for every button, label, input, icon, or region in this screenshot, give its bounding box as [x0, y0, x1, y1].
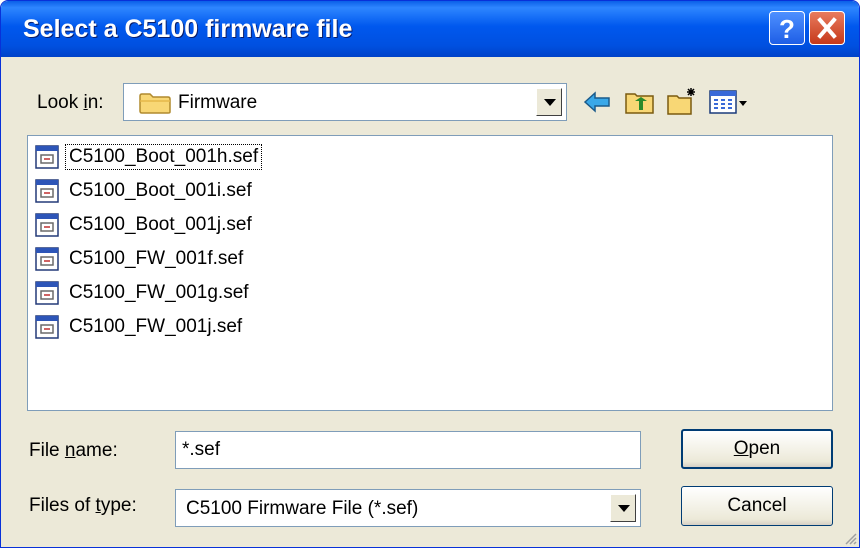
file-name-label: File name:: [29, 440, 118, 461]
file-list[interactable]: C5100_Boot_001h.sef C5100_Boot_001i.sef …: [27, 135, 833, 411]
file-type-dropdown[interactable]: C5100 Firmware File (*.sef): [175, 489, 641, 527]
sef-file-icon: [35, 179, 59, 203]
file-item[interactable]: C5100_FW_001j.sef: [34, 312, 245, 342]
file-dialog: Select a C5100 firmware file ? Look in: …: [0, 0, 860, 548]
file-type-value: C5100 Firmware File (*.sef): [186, 498, 419, 519]
file-item[interactable]: C5100_FW_001g.sef: [34, 278, 252, 308]
file-type-dropdown-arrow[interactable]: [610, 494, 636, 522]
new-folder-icon[interactable]: [665, 85, 699, 119]
cancel-button[interactable]: Cancel: [681, 486, 833, 526]
close-icon: [817, 17, 837, 39]
close-button[interactable]: [809, 11, 845, 45]
sef-file-icon: [35, 145, 59, 169]
sef-file-icon: [35, 315, 59, 339]
file-name: C5100_FW_001g.sef: [69, 282, 249, 303]
title-bar[interactable]: Select a C5100 firmware file ?: [1, 1, 859, 57]
file-item[interactable]: C5100_Boot_001i.sef: [34, 176, 255, 206]
svg-text:?: ?: [779, 14, 795, 44]
window-title: Select a C5100 firmware file: [23, 15, 353, 43]
sef-file-icon: [35, 247, 59, 271]
file-name: C5100_FW_001f.sef: [69, 248, 244, 269]
file-item[interactable]: C5100_Boot_001h.sef: [34, 142, 263, 172]
look-in-label: Look in:: [37, 92, 104, 113]
file-name: C5100_Boot_001j.sef: [69, 214, 252, 235]
file-name: C5100_FW_001j.sef: [69, 316, 243, 337]
file-name: C5100_Boot_001h.sef: [64, 144, 263, 170]
file-item[interactable]: C5100_FW_001f.sef: [34, 244, 246, 274]
view-menu-icon[interactable]: [707, 85, 749, 119]
look-in-dropdown[interactable]: Firmware: [123, 83, 567, 121]
folder-icon: [139, 93, 171, 114]
file-name-input[interactable]: [175, 431, 641, 469]
question-mark-icon: ?: [779, 14, 795, 44]
resize-grip-icon[interactable]: [843, 531, 857, 545]
help-button[interactable]: ?: [769, 11, 805, 45]
look-in-value: Firmware: [178, 92, 258, 113]
file-name: C5100_Boot_001i.sef: [69, 180, 252, 201]
sef-file-icon: [35, 281, 59, 305]
file-item[interactable]: C5100_Boot_001j.sef: [34, 210, 255, 240]
open-button[interactable]: Open: [681, 429, 833, 469]
look-in-dropdown-arrow[interactable]: [536, 88, 562, 116]
sef-file-icon: [35, 213, 59, 237]
back-arrow-icon[interactable]: [581, 85, 615, 119]
file-type-label: Files of type:: [29, 495, 137, 516]
up-folder-icon[interactable]: [623, 85, 657, 119]
